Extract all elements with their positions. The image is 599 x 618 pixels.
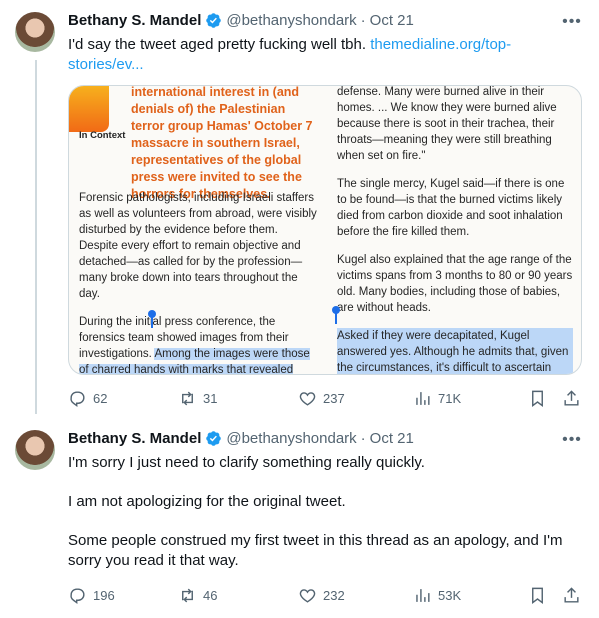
more-options-icon[interactable]: •••	[562, 12, 582, 32]
article-paragraph: defense. Many were burned alive in their…	[337, 86, 557, 162]
author-name[interactable]: Bethany S. Mandel	[68, 12, 201, 29]
tweet-body: I'd say the tweet aged pretty fucking we…	[68, 36, 367, 53]
views-icon	[416, 391, 430, 405]
repost-button[interactable]: 46	[178, 586, 217, 605]
bookmark-button[interactable]	[528, 586, 547, 605]
share-button[interactable]	[562, 389, 581, 408]
verified-badge-icon	[206, 13, 222, 28]
bookmark-icon	[532, 390, 543, 407]
share-button[interactable]	[562, 586, 581, 605]
repost-count: 31	[203, 390, 218, 406]
more-options-icon[interactable]: •••	[562, 430, 582, 450]
views-icon	[416, 588, 430, 602]
like-icon	[299, 391, 316, 406]
reply-button[interactable]: 196	[68, 586, 115, 605]
reply-icon	[70, 390, 85, 407]
tweet-paragraph: I'm sorry I just need to clarify somethi…	[68, 454, 425, 471]
repost-button[interactable]: 31	[178, 389, 217, 408]
tweet-actions: 196 46 232 53K	[68, 585, 580, 605]
tweet-header: Bethany S. Mandel @bethanyshondark · Oct…	[68, 430, 414, 447]
bookmark-button[interactable]	[528, 389, 547, 408]
reply-button[interactable]: 62	[68, 389, 107, 408]
reply-count: 196	[93, 587, 115, 603]
like-count: 237	[323, 390, 345, 406]
tweet-text: I'd say the tweet aged pretty fucking we…	[68, 35, 568, 75]
article-pullquote: international interest in (and denials o…	[131, 85, 313, 201]
tweet-text: I'm sorry I just need to clarify somethi…	[68, 453, 580, 590]
verified-badge-icon	[206, 431, 222, 446]
article-paragraph: Forensic pathologists, including Israeli…	[79, 192, 317, 300]
article-right-column: defense. Many were burned alive in their…	[337, 86, 573, 374]
tweet-date[interactable]: Oct 21	[370, 12, 414, 29]
views-count: 53K	[438, 587, 462, 603]
avatar[interactable]	[15, 430, 55, 470]
like-button[interactable]: 232	[298, 586, 345, 605]
avatar[interactable]	[15, 12, 55, 52]
tweet-paragraph: I am not apologizing for the original tw…	[68, 493, 346, 510]
repost-icon	[182, 391, 193, 405]
bookmark-icon	[532, 587, 543, 604]
reply-icon	[70, 587, 85, 604]
like-icon	[299, 588, 316, 603]
author-handle[interactable]: @bethanyshondark	[226, 430, 356, 447]
repost-count: 46	[203, 587, 218, 603]
article-paragraph: Kugel also explained that the age range …	[337, 254, 573, 314]
reply-count: 62	[93, 390, 108, 406]
highlighted-text: Asked if they were decapitated, Kugel an…	[337, 328, 573, 374]
tweet-actions: 62 31 237 71K	[68, 388, 580, 408]
in-context-label: In Context	[79, 130, 126, 141]
publication-logo	[69, 86, 109, 132]
selection-start-handle	[148, 310, 156, 328]
article-paragraph: The single mercy, Kugel said—if there is…	[337, 178, 565, 238]
like-count: 232	[323, 587, 345, 603]
separator-dot: ·	[360, 12, 366, 29]
views-count: 71K	[438, 390, 462, 406]
article-image[interactable]: In Context international interest in (an…	[68, 85, 582, 375]
article-left-column: Forensic pathologists, including Israeli…	[79, 190, 319, 374]
like-button[interactable]: 237	[298, 389, 345, 408]
views-button[interactable]: 71K	[413, 389, 461, 408]
share-icon	[564, 389, 579, 406]
article-paragraph: During the initial press conference, the…	[79, 314, 319, 374]
author-name[interactable]: Bethany S. Mandel	[68, 430, 201, 447]
tweet-date[interactable]: Oct 21	[370, 430, 414, 447]
tweet-paragraph: Some people construed my first tweet in …	[68, 532, 563, 569]
repost-icon	[182, 588, 193, 602]
tweet-header: Bethany S. Mandel @bethanyshondark · Oct…	[68, 12, 414, 29]
views-button[interactable]: 53K	[413, 586, 461, 605]
thread-connector-line	[35, 60, 37, 414]
selection-end-handle	[332, 306, 340, 324]
share-icon	[564, 586, 579, 603]
author-handle[interactable]: @bethanyshondark	[226, 12, 356, 29]
separator-dot: ·	[360, 430, 366, 447]
